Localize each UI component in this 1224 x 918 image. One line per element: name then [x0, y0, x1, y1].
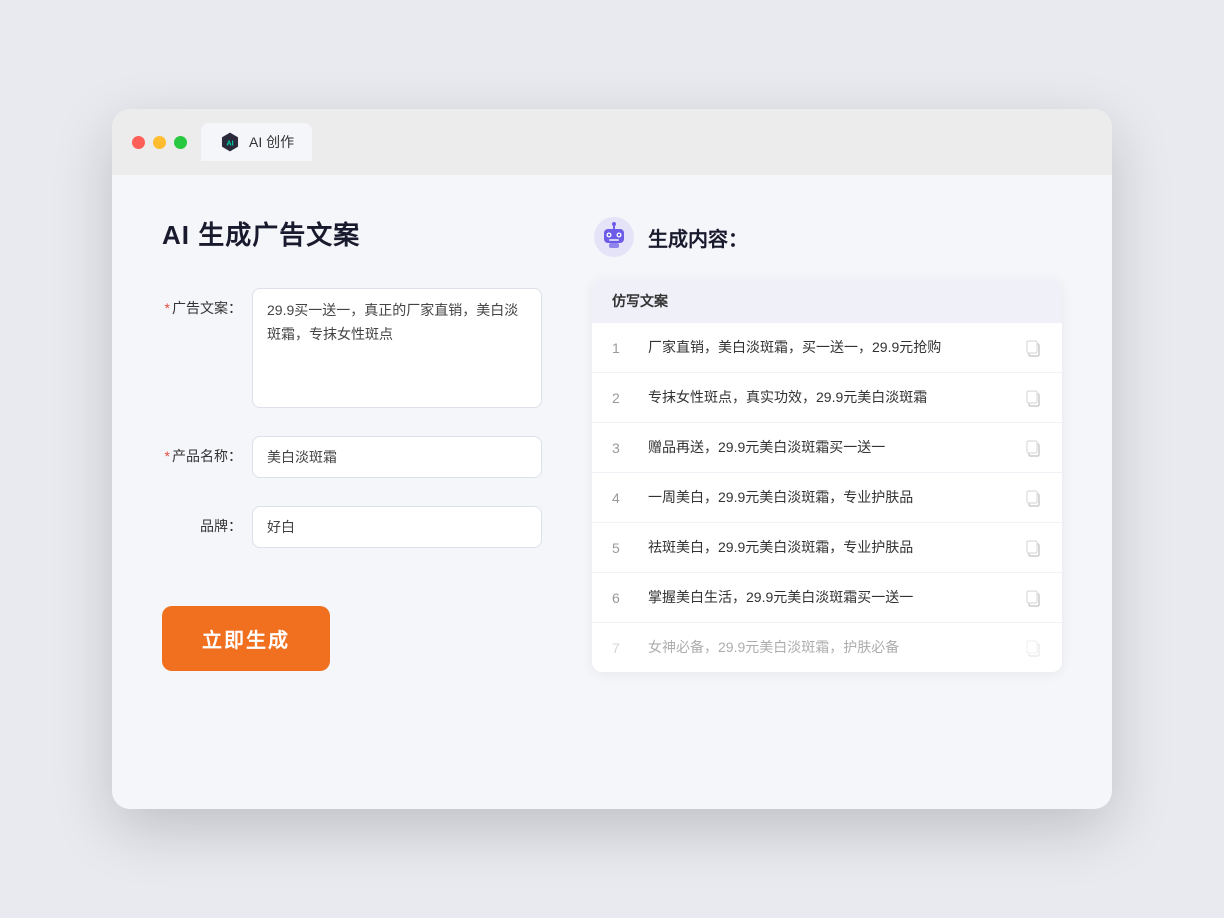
tab-ai-creation[interactable]: AI AI 创作: [201, 123, 312, 161]
result-title: 生成内容：: [648, 223, 748, 252]
page-title: AI 生成广告文案: [162, 215, 542, 252]
required-star-1: *: [165, 300, 170, 316]
result-number: 5: [612, 540, 632, 556]
browser-window: AI AI 创作 AI 生成广告文案 *广告文案： 29.9买一送一，真正的厂家…: [112, 109, 1112, 809]
svg-text:AI: AI: [226, 139, 233, 148]
ad-copy-textarea[interactable]: 29.9买一送一，真正的厂家直销，美白淡斑霜，专抹女性斑点: [252, 288, 542, 408]
result-number: 4: [612, 490, 632, 506]
result-item: 2 专抹女性斑点，真实功效，29.9元美白淡斑霜: [592, 373, 1062, 423]
result-item: 3 赠品再送，29.9元美白淡斑霜买一送一: [592, 423, 1062, 473]
browser-titlebar: AI AI 创作: [112, 109, 1112, 175]
result-number: 7: [612, 640, 632, 656]
required-star-2: *: [165, 448, 170, 464]
result-text: 女神必备，29.9元美白淡斑霜，护肤必备: [648, 637, 1008, 658]
result-number: 2: [612, 390, 632, 406]
ad-copy-label: *广告文案：: [162, 288, 242, 318]
brand-label: 品牌：: [162, 506, 242, 536]
copy-icon[interactable]: [1024, 589, 1042, 607]
traffic-lights: [132, 136, 187, 149]
copy-icon[interactable]: [1024, 439, 1042, 457]
result-table-header: 仿写文案: [592, 279, 1062, 323]
copy-icon[interactable]: [1024, 389, 1042, 407]
generate-button[interactable]: 立即生成: [162, 606, 330, 671]
result-text: 掌握美白生活，29.9元美白淡斑霜买一送一: [648, 587, 1008, 608]
brand-input[interactable]: [252, 506, 542, 548]
result-text: 一周美白，29.9元美白淡斑霜，专业护肤品: [648, 487, 1008, 508]
copy-icon[interactable]: [1024, 539, 1042, 557]
left-panel: AI 生成广告文案 *广告文案： 29.9买一送一，真正的厂家直销，美白淡斑霜，…: [162, 215, 542, 672]
browser-content: AI 生成广告文案 *广告文案： 29.9买一送一，真正的厂家直销，美白淡斑霜，…: [112, 175, 1112, 712]
form-row-brand: 品牌：: [162, 506, 542, 548]
form-row-ad-copy: *广告文案： 29.9买一送一，真正的厂家直销，美白淡斑霜，专抹女性斑点: [162, 288, 542, 408]
result-text: 赠品再送，29.9元美白淡斑霜买一送一: [648, 437, 1008, 458]
result-number: 1: [612, 340, 632, 356]
copy-icon[interactable]: [1024, 339, 1042, 357]
product-name-label: *产品名称：: [162, 436, 242, 466]
copy-icon[interactable]: [1024, 489, 1042, 507]
result-item: 7 女神必备，29.9元美白淡斑霜，护肤必备: [592, 623, 1062, 672]
maximize-button[interactable]: [174, 136, 187, 149]
result-item: 6 掌握美白生活，29.9元美白淡斑霜买一送一: [592, 573, 1062, 623]
ai-tab-icon: AI: [219, 131, 241, 153]
close-button[interactable]: [132, 136, 145, 149]
tab-label: AI 创作: [249, 132, 294, 152]
result-number: 3: [612, 440, 632, 456]
right-panel: 生成内容： 仿写文案 1 厂家直销，美白淡斑霜，买一送一，29.9元抢购 2 专…: [592, 215, 1062, 672]
copy-icon[interactable]: [1024, 639, 1042, 657]
robot-icon: [592, 215, 636, 259]
result-items-container: 1 厂家直销，美白淡斑霜，买一送一，29.9元抢购 2 专抹女性斑点，真实功效，…: [592, 323, 1062, 672]
result-text: 专抹女性斑点，真实功效，29.9元美白淡斑霜: [648, 387, 1008, 408]
result-text: 厂家直销，美白淡斑霜，买一送一，29.9元抢购: [648, 337, 1008, 358]
result-item: 5 祛斑美白，29.9元美白淡斑霜，专业护肤品: [592, 523, 1062, 573]
result-item: 4 一周美白，29.9元美白淡斑霜，专业护肤品: [592, 473, 1062, 523]
form-row-product-name: *产品名称：: [162, 436, 542, 478]
result-header: 生成内容：: [592, 215, 1062, 259]
result-item: 1 厂家直销，美白淡斑霜，买一送一，29.9元抢购: [592, 323, 1062, 373]
result-table: 仿写文案 1 厂家直销，美白淡斑霜，买一送一，29.9元抢购 2 专抹女性斑点，…: [592, 279, 1062, 672]
result-text: 祛斑美白，29.9元美白淡斑霜，专业护肤品: [648, 537, 1008, 558]
result-number: 6: [612, 590, 632, 606]
product-name-input[interactable]: [252, 436, 542, 478]
minimize-button[interactable]: [153, 136, 166, 149]
